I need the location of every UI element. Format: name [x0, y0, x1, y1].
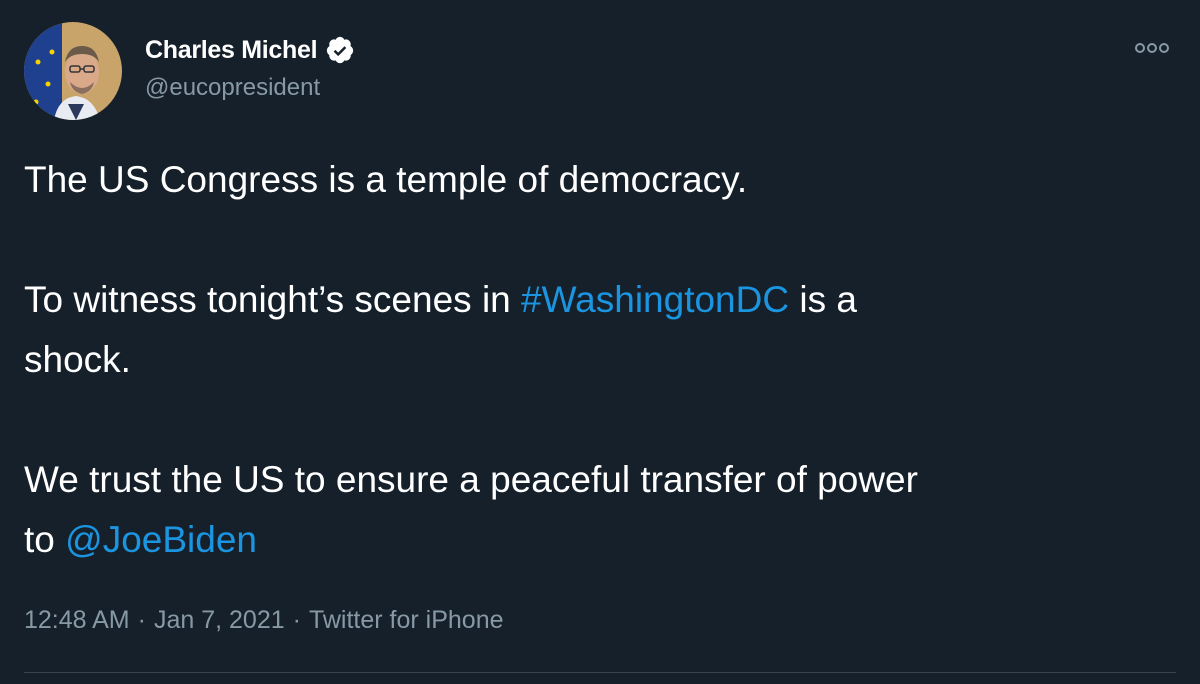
author-name-row: Charles Michel [145, 30, 355, 70]
verified-badge-icon [327, 36, 354, 64]
mention-link[interactable]: @JoeBiden [65, 519, 257, 560]
tweet-card: Charles Michel @eucopresident The US Con… [0, 0, 1200, 684]
separator-dot: · [292, 606, 301, 634]
tweet-metadata: 12:48 AM · Jan 7, 2021 · Twitter for iPh… [24, 606, 504, 635]
more-options-icon[interactable] [1132, 34, 1172, 62]
avatar[interactable] [24, 22, 122, 120]
avatar-photo-icon [24, 22, 122, 120]
tweet-line-2-post: is a [789, 279, 857, 320]
hashtag-link[interactable]: #WashingtonDC [521, 279, 789, 320]
tweet-paragraph-2: To witness tonight’s scenes in #Washingt… [24, 270, 1174, 390]
tweet-date[interactable]: Jan 7, 2021 [154, 606, 285, 635]
tweet-line-2-pre: To witness tonight’s scenes in [24, 279, 522, 320]
tweet-source[interactable]: Twitter for iPhone [309, 606, 504, 635]
tweet-line-4-pre: to [24, 519, 66, 560]
tweet-text: The US Congress is a temple of democracy… [24, 150, 1174, 570]
tweet-paragraph-3: We trust the US to ensure a peaceful tra… [24, 450, 1174, 570]
tweet-paragraph-1: The US Congress is a temple of democracy… [24, 150, 1174, 210]
tweet-line-1: The US Congress is a temple of democracy… [24, 159, 748, 200]
separator-dot: · [137, 606, 146, 634]
divider [24, 672, 1176, 673]
author-display-name[interactable]: Charles Michel [145, 36, 318, 65]
tweet-line-3: We trust the US to ensure a peaceful tra… [24, 459, 918, 500]
tweet-time[interactable]: 12:48 AM [24, 606, 130, 635]
tweet-line-2-cont: shock. [24, 339, 131, 380]
author-handle[interactable]: @eucopresident [145, 74, 320, 102]
